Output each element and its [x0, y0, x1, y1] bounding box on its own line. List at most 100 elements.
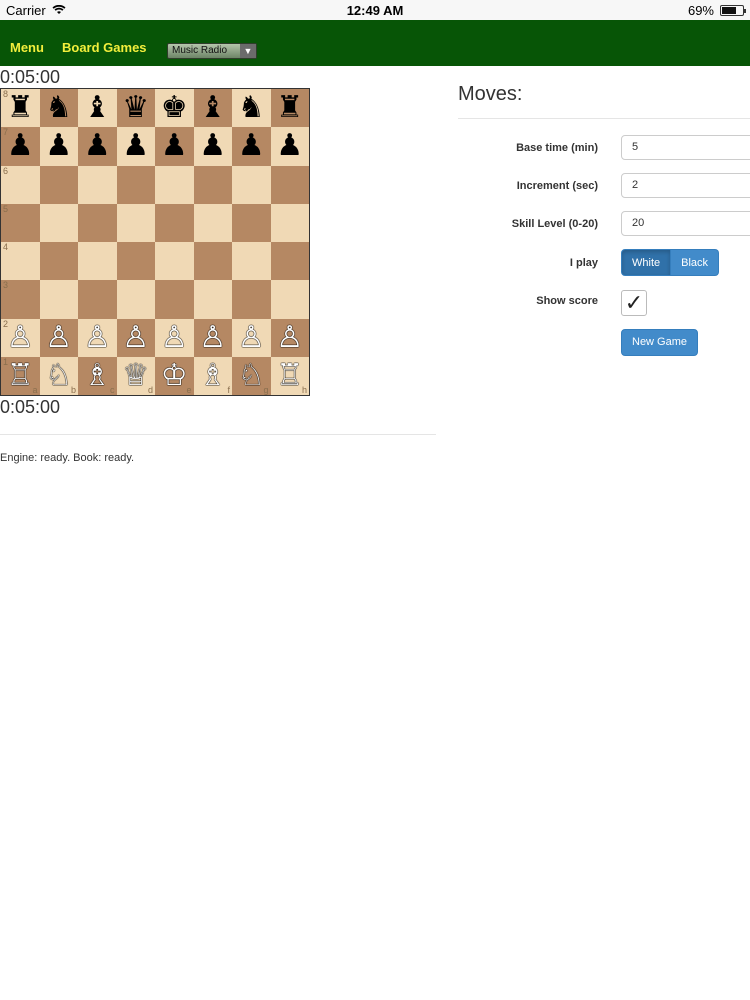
board-square[interactable]: [39, 280, 78, 319]
board-square[interactable]: e ♔: [155, 356, 194, 395]
chess-piece[interactable]: ♜: [276, 93, 303, 123]
board-square[interactable]: h ♖: [270, 356, 309, 395]
board-square[interactable]: [232, 242, 271, 281]
board-square[interactable]: ♙: [155, 318, 194, 357]
board-square[interactable]: [193, 203, 232, 242]
board-square[interactable]: [270, 242, 309, 281]
board-square[interactable]: ♟: [78, 127, 117, 166]
chess-piece[interactable]: ♖: [276, 360, 303, 391]
chess-piece[interactable]: ♟: [7, 131, 34, 161]
chess-piece[interactable]: ♚: [161, 93, 188, 123]
board-square[interactable]: g ♘: [232, 356, 271, 395]
board-square[interactable]: 2 ♙: [1, 318, 40, 357]
chess-piece[interactable]: ♙: [199, 322, 226, 353]
chess-piece[interactable]: ♙: [122, 322, 149, 353]
chess-piece[interactable]: ♙: [238, 322, 265, 353]
board-square[interactable]: 8 ♜: [1, 89, 40, 128]
chess-piece[interactable]: ♙: [7, 322, 34, 353]
chess-piece[interactable]: ♝: [199, 93, 226, 123]
chess-piece[interactable]: ♗: [84, 360, 111, 391]
black-button[interactable]: Black: [671, 249, 720, 276]
board-square[interactable]: 4: [1, 242, 40, 281]
chess-piece[interactable]: ♜: [7, 93, 34, 123]
menu-link[interactable]: Menu: [10, 40, 44, 55]
board-square[interactable]: ♛: [116, 89, 155, 128]
chess-piece[interactable]: ♙: [276, 322, 303, 353]
board-square[interactable]: ♟: [39, 127, 78, 166]
chess-piece[interactable]: ♔: [161, 360, 188, 391]
board-square[interactable]: 5: [1, 203, 40, 242]
board-square[interactable]: f ♗: [193, 356, 232, 395]
board-square[interactable]: d ♕: [116, 356, 155, 395]
board-square[interactable]: [155, 280, 194, 319]
board-square[interactable]: [116, 280, 155, 319]
music-radio-select[interactable]: Music Radio ▼: [167, 43, 257, 59]
chess-piece[interactable]: ♖: [7, 360, 34, 391]
chess-piece[interactable]: ♕: [122, 360, 149, 391]
chess-piece[interactable]: ♙: [45, 322, 72, 353]
board-square[interactable]: [232, 203, 271, 242]
board-square[interactable]: ♟: [270, 127, 309, 166]
chess-piece[interactable]: ♟: [238, 131, 265, 161]
board-square[interactable]: [232, 280, 271, 319]
board-square[interactable]: [193, 165, 232, 204]
chess-piece[interactable]: ♟: [122, 131, 149, 161]
chess-piece[interactable]: ♘: [45, 360, 72, 391]
chess-piece[interactable]: ♟: [276, 131, 303, 161]
board-square[interactable]: c ♗: [78, 356, 117, 395]
board-square[interactable]: ♞: [232, 89, 271, 128]
board-square[interactable]: ♜: [270, 89, 309, 128]
board-square[interactable]: ♚: [155, 89, 194, 128]
board-square[interactable]: ♙: [270, 318, 309, 357]
board-square[interactable]: ♙: [232, 318, 271, 357]
chess-piece[interactable]: ♙: [84, 322, 111, 353]
board-square[interactable]: ♟: [116, 127, 155, 166]
board-square[interactable]: ♙: [193, 318, 232, 357]
board-square[interactable]: [78, 165, 117, 204]
board-square[interactable]: [116, 242, 155, 281]
board-square[interactable]: [155, 242, 194, 281]
chess-piece[interactable]: ♝: [84, 93, 111, 123]
chess-piece[interactable]: ♟: [161, 131, 188, 161]
board-square[interactable]: [155, 165, 194, 204]
board-square[interactable]: ♟: [193, 127, 232, 166]
board-square[interactable]: [78, 203, 117, 242]
board-square[interactable]: [193, 242, 232, 281]
board-square[interactable]: ♙: [116, 318, 155, 357]
board-square[interactable]: [155, 203, 194, 242]
chess-piece[interactable]: ♟: [45, 131, 72, 161]
chess-piece[interactable]: ♙: [161, 322, 188, 353]
board-square[interactable]: 1 a ♖: [1, 356, 40, 395]
chess-piece[interactable]: ♘: [238, 360, 265, 391]
board-square[interactable]: [270, 280, 309, 319]
increment-input[interactable]: 2: [621, 173, 750, 198]
board-square[interactable]: ♝: [78, 89, 117, 128]
board-square[interactable]: 3: [1, 280, 40, 319]
board-square[interactable]: [193, 280, 232, 319]
board-square[interactable]: [116, 165, 155, 204]
board-square[interactable]: 6: [1, 165, 40, 204]
board-square[interactable]: ♟: [232, 127, 271, 166]
chess-piece[interactable]: ♛: [122, 93, 149, 123]
board-square[interactable]: ♞: [39, 89, 78, 128]
board-square[interactable]: ♝: [193, 89, 232, 128]
board-square[interactable]: ♙: [39, 318, 78, 357]
board-square[interactable]: [39, 203, 78, 242]
board-square[interactable]: [270, 203, 309, 242]
chess-piece[interactable]: ♞: [238, 93, 265, 123]
chess-board[interactable]: 8 ♜ ♞ ♝ ♛ ♚ ♝ ♞ ♜ 7 ♟ ♟ ♟ ♟ ♟ ♟ ♟ ♟ 6 5 4 3 2 ♙ ♙ ♙ ♙ ♙ ♙ ♙ ♙ 1 a ♖ b ♘ c ♗ d ♕…: [0, 88, 310, 396]
board-games-link[interactable]: Board Games: [62, 40, 147, 55]
board-square[interactable]: 7 ♟: [1, 127, 40, 166]
board-square[interactable]: [270, 165, 309, 204]
board-square[interactable]: [116, 203, 155, 242]
board-square[interactable]: [39, 165, 78, 204]
new-game-button[interactable]: New Game: [621, 329, 699, 356]
board-square[interactable]: ♙: [78, 318, 117, 357]
chess-piece[interactable]: ♞: [45, 93, 72, 123]
base-time-input[interactable]: 5: [621, 135, 750, 160]
skill-level-input[interactable]: 20: [621, 211, 750, 236]
chess-piece[interactable]: ♟: [84, 131, 111, 161]
show-score-checkbox[interactable]: ✓: [621, 290, 647, 316]
chess-piece[interactable]: ♟: [199, 131, 226, 161]
board-square[interactable]: ♟: [155, 127, 194, 166]
